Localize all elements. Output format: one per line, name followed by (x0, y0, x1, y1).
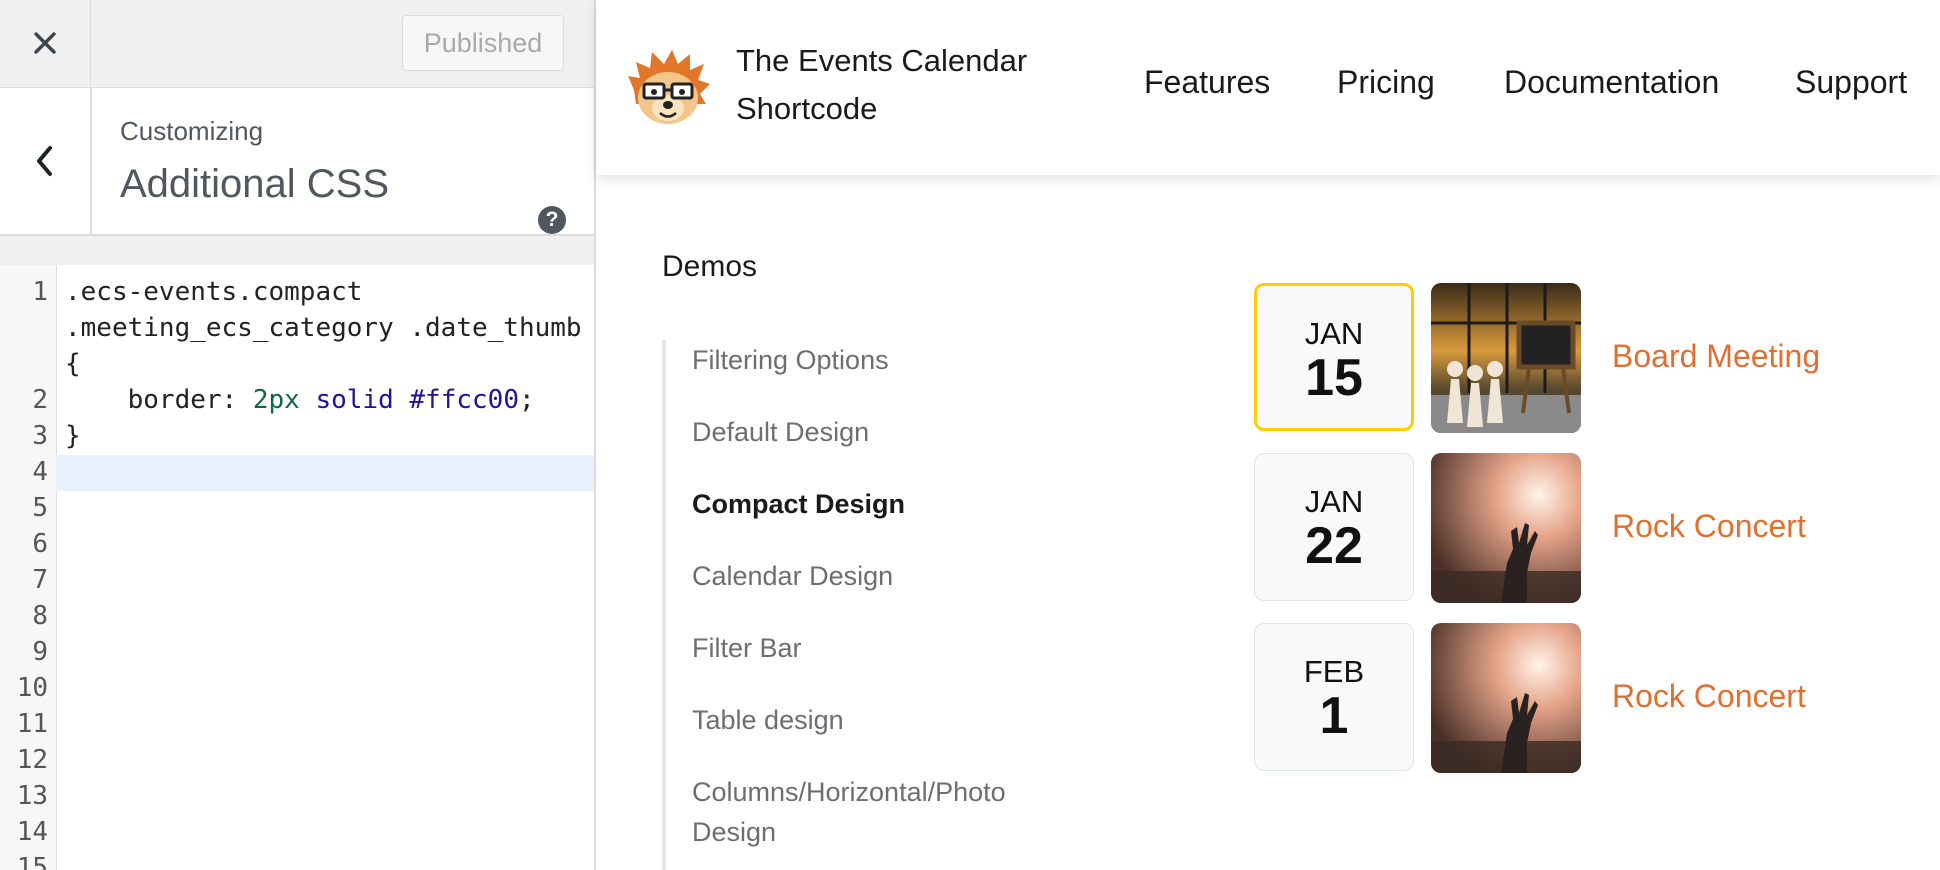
demo-link-default-design[interactable]: Default Design (692, 412, 1072, 452)
event-day: 22 (1305, 517, 1363, 575)
nav-pricing[interactable]: Pricing (1337, 64, 1435, 101)
demo-link-filter-bar[interactable]: Filter Bar (692, 628, 1072, 668)
code-line: .ecs-events.compact (65, 277, 363, 307)
event-date-thumb: JAN 22 (1254, 453, 1414, 601)
css-property: border: (65, 385, 253, 415)
section-title: Additional CSS (120, 162, 390, 206)
line-number: 2 (32, 385, 48, 415)
line-number-gutter: 1 2 3 4 5 6 7 8 9 10 11 12 13 14 15 (0, 265, 57, 870)
line-number: 10 (16, 673, 48, 703)
line-number: 4 (32, 457, 48, 487)
hedgehog-logo-icon[interactable] (626, 50, 710, 126)
line-number: 11 (16, 709, 48, 739)
section-header: Customizing Additional CSS ? (0, 87, 594, 236)
chevron-left-icon (37, 146, 52, 176)
demo-link-filtering-options[interactable]: Filtering Options (692, 340, 1072, 380)
concert-image (1431, 623, 1581, 773)
event-date-thumb: FEB 1 (1254, 623, 1414, 771)
line-number: 3 (32, 421, 48, 451)
line-number: 14 (16, 817, 48, 847)
css-semicolon: ; (518, 385, 535, 415)
help-button[interactable]: ? (538, 206, 566, 234)
customizing-label: Customizing (120, 116, 264, 146)
demo-link-columns-design[interactable]: Columns/Horizontal/Photo Design (692, 772, 1072, 852)
event-title-link[interactable]: Rock Concert (1612, 508, 1806, 545)
nav-documentation[interactable]: Documentation (1504, 64, 1719, 101)
event-month: JAN (1304, 484, 1364, 519)
event-day: 1 (1319, 687, 1349, 745)
board-meeting-image (1431, 283, 1581, 433)
event-month: JAN (1304, 316, 1364, 351)
event-month: FEB (1303, 654, 1365, 689)
site-title[interactable]: The Events Calendar Shortcode (736, 37, 1066, 133)
event-title-link[interactable]: Rock Concert (1612, 678, 1806, 715)
code-line: { (65, 349, 81, 379)
concert-image (1431, 453, 1581, 603)
line-number: 1 (32, 277, 48, 307)
publish-button[interactable]: Published (402, 15, 564, 71)
nav-features[interactable]: Features (1144, 64, 1270, 101)
concert-photo[interactable] (1431, 453, 1581, 603)
line-number: 7 (32, 565, 48, 595)
line-number: 6 (32, 529, 48, 559)
line-number: 13 (16, 781, 48, 811)
event-date-thumb: JAN 15 (1254, 283, 1414, 431)
demo-link-calendar-design[interactable]: Calendar Design (692, 556, 1072, 596)
event-title-link[interactable]: Board Meeting (1612, 338, 1820, 375)
line-number: 8 (32, 601, 48, 631)
demo-link-compact-design[interactable]: Compact Design (692, 484, 1072, 524)
line-number: 12 (16, 745, 48, 775)
active-line-highlight (56, 455, 594, 491)
site-title-line: The Events Calendar (736, 43, 1028, 78)
line-number: 15 (16, 853, 48, 870)
site-preview: The Events Calendar Shortcode Features P… (596, 0, 1940, 870)
demos-heading: Demos (662, 250, 758, 283)
board-meeting-photo[interactable] (1431, 283, 1581, 433)
css-code-editor[interactable]: 1 2 3 4 5 6 7 8 9 10 11 12 13 14 15 .ecs… (0, 265, 594, 870)
close-icon (34, 32, 56, 54)
code-line: border: 2px solid #ffcc00; (65, 385, 535, 415)
css-keyword: solid (315, 385, 394, 415)
question-icon: ? (545, 208, 559, 231)
demos-list-rule (662, 340, 666, 870)
line-number: 9 (32, 637, 48, 667)
css-number: 2px (252, 385, 300, 415)
code-line: } (65, 421, 81, 451)
nav-support[interactable]: Support (1795, 64, 1907, 101)
site-header: The Events Calendar Shortcode Features P… (596, 0, 1940, 175)
back-button[interactable] (0, 88, 92, 234)
event-day: 15 (1305, 349, 1363, 407)
code-line: .meeting_ecs_category .date_thumb (65, 313, 582, 343)
close-button[interactable] (0, 0, 91, 86)
site-title-line: Shortcode (736, 91, 878, 126)
customizer-panel: Published Customizing Additional CSS ? 1… (0, 0, 596, 870)
line-number: 5 (32, 493, 48, 523)
css-color: #ffcc00 (409, 385, 519, 415)
demo-link-table-design[interactable]: Table design (692, 700, 1072, 740)
concert-photo[interactable] (1431, 623, 1581, 773)
